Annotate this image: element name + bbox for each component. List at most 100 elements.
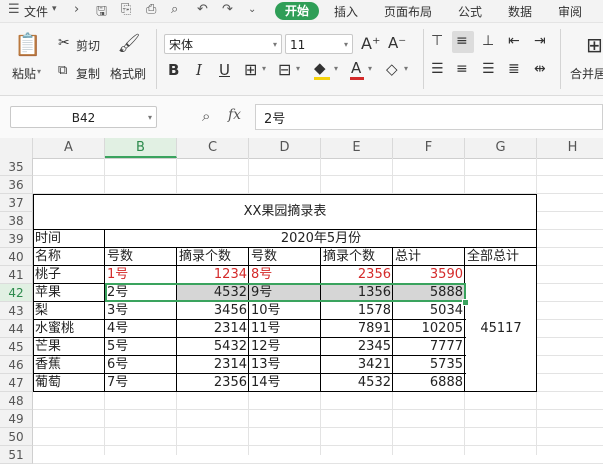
bold-icon[interactable]: B	[168, 61, 179, 79]
row-header-44[interactable]: 44	[0, 320, 33, 338]
underline-icon[interactable]: U	[219, 61, 230, 79]
customize-icon[interactable]: ⌄	[248, 4, 256, 15]
fruit-name-cell[interactable]: 芒果	[33, 338, 105, 356]
number-cell[interactable]: 10号	[249, 302, 321, 320]
count-cell[interactable]: 5432	[177, 338, 249, 356]
distribute-icon[interactable]: ⇹	[534, 61, 546, 77]
align-center-icon[interactable]: ≡	[456, 61, 468, 77]
count-cell[interactable]: 2356	[321, 266, 393, 284]
row-header-41[interactable]: 41	[0, 266, 33, 284]
total-cell[interactable]: 5034	[393, 302, 465, 320]
print-icon[interactable]: ⎙	[146, 2, 156, 17]
row-header-40[interactable]: 40	[0, 248, 33, 266]
decrease-font-icon[interactable]: A⁻	[388, 34, 406, 52]
formula-input[interactable]: 2号	[255, 104, 603, 130]
redo-icon[interactable]: ↷	[222, 2, 233, 17]
count-cell[interactable]: 7891	[321, 320, 393, 338]
row-header-43[interactable]: 43	[0, 302, 33, 320]
total-cell[interactable]: 10205	[393, 320, 465, 338]
number-cell[interactable]: 12号	[249, 338, 321, 356]
tab-home[interactable]: 开始	[275, 2, 319, 20]
tab-data[interactable]: 数据	[508, 3, 532, 20]
align-top-icon[interactable]: ⊤	[431, 33, 443, 49]
hamburger-icon[interactable]: ☰	[8, 2, 20, 17]
number-cell[interactable]: 5号	[105, 338, 177, 356]
chevron-down-icon[interactable]: ▾	[262, 64, 266, 73]
column-header-h[interactable]: H	[537, 138, 603, 158]
count-cell[interactable]: 2356	[177, 374, 249, 392]
row-header-49[interactable]: 49	[0, 410, 33, 428]
align-bottom-icon[interactable]: ⊥	[482, 33, 494, 49]
row-header-35[interactable]: 35	[0, 158, 33, 176]
chevron-down-icon[interactable]: ▾	[368, 64, 372, 73]
paste-dropdown-icon[interactable]: ▾	[37, 67, 41, 76]
number-cell[interactable]: 3号	[105, 302, 177, 320]
fruit-name-cell[interactable]: 梨	[33, 302, 105, 320]
total-cell[interactable]: 5735	[393, 356, 465, 374]
function-button[interactable]: fx	[228, 107, 241, 123]
paste-button[interactable]: 粘贴	[12, 65, 36, 82]
column-header-c[interactable]: C	[177, 138, 249, 158]
number-cell[interactable]: 6号	[105, 356, 177, 374]
row-header-37[interactable]: 37	[0, 194, 33, 212]
align-middle-icon[interactable]: ≡	[456, 33, 468, 49]
column-header-f[interactable]: F	[393, 138, 465, 158]
increase-font-icon[interactable]: A⁺	[361, 34, 380, 53]
tab-insert[interactable]: 插入	[334, 3, 358, 20]
count-cell[interactable]: 1234	[177, 266, 249, 284]
merge-cells-icon[interactable]: ⊞	[586, 33, 603, 57]
header-cell[interactable]: 名称	[33, 248, 105, 266]
grand-total-value[interactable]: 45117	[465, 320, 537, 338]
fruit-name-cell[interactable]: 桃子	[33, 266, 105, 284]
chevron-down-icon[interactable]: ▾	[334, 64, 338, 73]
chevron-down-icon[interactable]: ▾	[404, 64, 408, 73]
border-icon[interactable]: ⊞	[244, 60, 257, 79]
fruit-name-cell[interactable]: 香蕉	[33, 356, 105, 374]
zoom-formula-icon[interactable]: ⌕	[202, 107, 210, 125]
chevron-down-icon[interactable]: ▾	[52, 4, 57, 14]
name-box[interactable]: B42 ▾	[10, 106, 157, 128]
number-cell[interactable]: 8号	[249, 266, 321, 284]
total-cell[interactable]: 6888	[393, 374, 465, 392]
fruit-name-cell[interactable]: 水蜜桃	[33, 320, 105, 338]
header-cell[interactable]: 号数	[105, 248, 177, 266]
font-color-icon[interactable]: A	[351, 59, 361, 77]
tab-review[interactable]: 审阅	[558, 3, 582, 20]
header-cell[interactable]: 摘录个数	[321, 248, 393, 266]
number-cell[interactable]: 7号	[105, 374, 177, 392]
number-cell[interactable]: 4号	[105, 320, 177, 338]
column-header-g[interactable]: G	[465, 138, 537, 158]
number-cell[interactable]: 14号	[249, 374, 321, 392]
align-left-icon[interactable]: ☰	[431, 61, 444, 77]
total-cell[interactable]: 7777	[393, 338, 465, 356]
row-header-47[interactable]: 47	[0, 374, 33, 392]
column-header-b[interactable]: B	[105, 138, 177, 158]
count-cell[interactable]: 2345	[321, 338, 393, 356]
count-cell[interactable]: 2314	[177, 356, 249, 374]
select-all-corner[interactable]	[0, 138, 33, 158]
clear-format-icon[interactable]: ◇	[386, 60, 398, 78]
merge-center-button[interactable]: 合并居	[570, 65, 603, 82]
count-cell[interactable]: 3456	[177, 302, 249, 320]
header-cell[interactable]: 总计	[393, 248, 465, 266]
cut-button[interactable]: 剪切	[76, 37, 100, 54]
row-header-48[interactable]: 48	[0, 392, 33, 410]
row-header-39[interactable]: 39	[0, 230, 33, 248]
font-size-select[interactable]: 11 ▾	[285, 34, 353, 54]
fill-handle[interactable]	[462, 299, 469, 306]
header-cell[interactable]: 号数	[249, 248, 321, 266]
column-header-e[interactable]: E	[321, 138, 393, 158]
align-right-icon[interactable]: ☰	[482, 61, 495, 77]
number-cell[interactable]: 11号	[249, 320, 321, 338]
file-menu[interactable]: 文件	[24, 3, 48, 20]
justify-icon[interactable]: ≣	[508, 61, 520, 77]
copy-button[interactable]: 复制	[76, 65, 100, 82]
preview-icon[interactable]: ⌕	[171, 2, 178, 17]
chevron-down-icon[interactable]: ▾	[296, 64, 300, 73]
tab-page-layout[interactable]: 页面布局	[384, 3, 432, 20]
more-icon[interactable]: ›	[74, 2, 79, 17]
number-cell[interactable]: 13号	[249, 356, 321, 374]
count-cell[interactable]: 3421	[321, 356, 393, 374]
cell-style-icon[interactable]: ⊟	[278, 60, 291, 79]
increase-indent-icon[interactable]: ⇥	[534, 33, 546, 49]
